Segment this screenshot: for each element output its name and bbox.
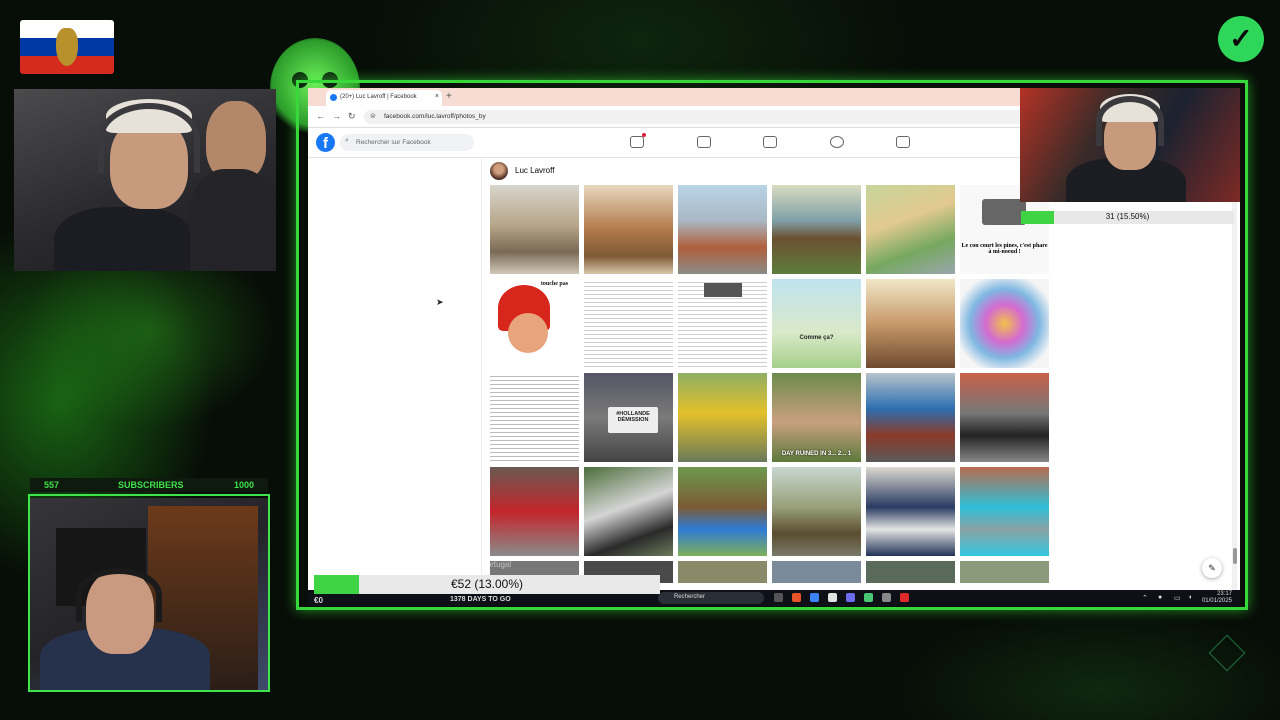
- taskbar-search[interactable]: Rechercher: [658, 592, 764, 604]
- photo-tile[interactable]: Comme ça?: [772, 279, 861, 368]
- volume-icon[interactable]: ◖: [1188, 594, 1192, 601]
- photo-tile[interactable]: [866, 185, 955, 274]
- photo-tile[interactable]: [866, 561, 955, 583]
- follower-goal-bar: 31 (15.50%): [1021, 211, 1234, 224]
- webcam-host: [30, 498, 268, 690]
- gem-logo-icon: [1208, 634, 1246, 672]
- photo-tile[interactable]: [772, 185, 861, 274]
- avatar[interactable]: [490, 162, 508, 180]
- subscriber-goal: 1000: [234, 480, 255, 490]
- clock-time: 23:17: [1216, 591, 1232, 597]
- tray-chevron-icon[interactable]: ⌃: [1142, 594, 1148, 602]
- webcam-guest-1: [14, 89, 276, 271]
- russian-flag-icon: [20, 20, 114, 74]
- stream-overlay: ✓ (20+) Luc Lavroff | Facebook × + ← → ↻: [0, 0, 1280, 720]
- facebook-logo-icon[interactable]: f: [316, 133, 335, 152]
- close-icon[interactable]: ×: [435, 93, 439, 100]
- photo-tile[interactable]: [866, 279, 955, 368]
- browser-tab[interactable]: (20+) Luc Lavroff | Facebook ×: [326, 90, 442, 106]
- mouse-cursor-icon: ➤: [436, 297, 444, 307]
- photo-tile[interactable]: [678, 467, 767, 556]
- new-tab-button[interactable]: +: [446, 91, 452, 102]
- photo-tile[interactable]: [866, 467, 955, 556]
- follower-goal-text: 31 (15.50%): [1105, 212, 1150, 221]
- tab-title: (20+) Luc Lavroff | Facebook: [340, 94, 417, 100]
- webcam-guest-2: [1020, 88, 1240, 202]
- donation-goal-start: €0: [314, 596, 323, 605]
- left-sidebar: [308, 159, 482, 606]
- facebook-search-input[interactable]: ⌕ Rechercher sur Facebook: [340, 134, 474, 151]
- photo-tile[interactable]: [584, 467, 673, 556]
- subscriber-label: SUBSCRIBERS: [118, 480, 184, 490]
- reload-icon[interactable]: ↻: [348, 111, 356, 122]
- url-text: facebook.com/luc.lavroff/photos_by: [384, 113, 486, 120]
- gaming-icon[interactable]: [896, 136, 910, 148]
- scrollbar-thumb[interactable]: [1233, 548, 1237, 564]
- photo-tile[interactable]: #HOLLANDE DÉMISSION: [584, 373, 673, 462]
- photo-tile[interactable]: DAY RUINED IN 3... 2... 1: [772, 373, 861, 462]
- facebook-favicon-icon: [330, 94, 337, 101]
- youtube-icon[interactable]: [900, 593, 909, 602]
- taskbar-clock[interactable]: 23:17 01/01/2025: [1202, 591, 1232, 605]
- photo-tile[interactable]: [490, 373, 579, 462]
- groups-icon[interactable]: [830, 136, 844, 148]
- edit-icon[interactable]: ✎: [1202, 558, 1222, 578]
- photo-tile[interactable]: touche pas: [490, 279, 579, 368]
- subscriber-count: 557: [44, 480, 60, 490]
- donation-goal-text: €52 (13.00%): [450, 577, 524, 591]
- marketplace-icon[interactable]: [763, 136, 777, 148]
- obs-icon[interactable]: [882, 593, 891, 602]
- donation-goal-bar: €52 (13.00%): [314, 575, 660, 594]
- media-icon[interactable]: [864, 593, 873, 602]
- photo-tile[interactable]: [960, 561, 1049, 583]
- photo-tile[interactable]: [490, 185, 579, 274]
- forward-icon[interactable]: →: [332, 111, 341, 121]
- search-placeholder: Rechercher sur Facebook: [356, 139, 431, 146]
- photo-tile[interactable]: [584, 279, 673, 368]
- task-view-icon[interactable]: [774, 593, 783, 602]
- subscriber-bar: 557 SUBSCRIBERS 1000: [30, 478, 268, 492]
- photo-tile[interactable]: [678, 373, 767, 462]
- back-icon[interactable]: ←: [316, 111, 325, 121]
- clock-date: 01/01/2025: [1201, 598, 1232, 604]
- discord-icon[interactable]: [846, 593, 855, 602]
- brave-icon[interactable]: [792, 593, 801, 602]
- photo-tile[interactable]: [960, 279, 1049, 368]
- chrome-icon[interactable]: [828, 593, 837, 602]
- photo-tile[interactable]: [772, 561, 861, 583]
- photo-tile[interactable]: [960, 373, 1049, 462]
- home-icon[interactable]: [630, 133, 646, 148]
- profile-name[interactable]: Luc Lavroff: [515, 166, 554, 175]
- photo-tile[interactable]: [678, 561, 767, 583]
- photo-tile[interactable]: [866, 373, 955, 462]
- network-icon[interactable]: ▭: [1174, 594, 1181, 602]
- site-info-icon[interactable]: ⊜: [370, 112, 376, 120]
- mic-icon[interactable]: ●: [1158, 594, 1162, 601]
- donation-goal-days: 1378 DAYS TO GO: [450, 596, 511, 603]
- app-icon[interactable]: [810, 593, 819, 602]
- photo-tile[interactable]: [960, 467, 1049, 556]
- goal-ghost-label: Objectif Portugal: [452, 560, 512, 569]
- photo-tile[interactable]: [678, 279, 767, 368]
- scrollbar-track[interactable]: [1232, 168, 1237, 598]
- video-icon[interactable]: [697, 136, 711, 148]
- photo-tile[interactable]: [490, 467, 579, 556]
- check-badge-icon: ✓: [1218, 16, 1264, 62]
- photo-tile[interactable]: [772, 467, 861, 556]
- photo-tile[interactable]: [678, 185, 767, 274]
- photo-tile[interactable]: [584, 185, 673, 274]
- search-icon: ⌕: [345, 137, 349, 144]
- taskbar-search-label: Rechercher: [674, 594, 706, 600]
